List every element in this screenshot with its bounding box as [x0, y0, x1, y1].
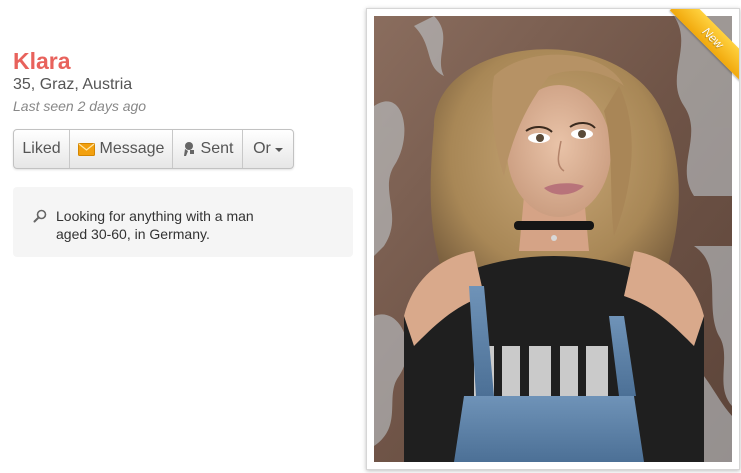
profile-action-bar: Liked Message Sent Or: [13, 129, 294, 169]
last-seen-text: Last seen 2 days ago: [13, 98, 147, 114]
sent-button[interactable]: Sent: [173, 130, 243, 168]
looking-for-box: Looking for anything with a man aged 30-…: [13, 187, 353, 257]
profile-details: 35, Graz, Austria: [13, 76, 133, 93]
profile-photo-frame[interactable]: New: [366, 8, 740, 470]
envelope-icon: [77, 142, 95, 156]
or-dropdown-button[interactable]: Or: [243, 130, 293, 168]
sent-label: Sent: [200, 140, 234, 157]
profile-photo[interactable]: [374, 16, 732, 462]
message-button[interactable]: Message: [70, 130, 173, 168]
profile-name: Klara: [13, 48, 71, 74]
or-label: Or: [253, 140, 271, 157]
message-label: Message: [99, 140, 165, 157]
liked-label: Liked: [22, 140, 61, 157]
search-icon: [33, 209, 47, 228]
gift-icon: [182, 141, 196, 157]
looking-for-text: Looking for anything with a man aged 30-…: [56, 208, 254, 242]
liked-button[interactable]: Liked: [14, 130, 70, 168]
caret-down-icon: [274, 148, 283, 152]
